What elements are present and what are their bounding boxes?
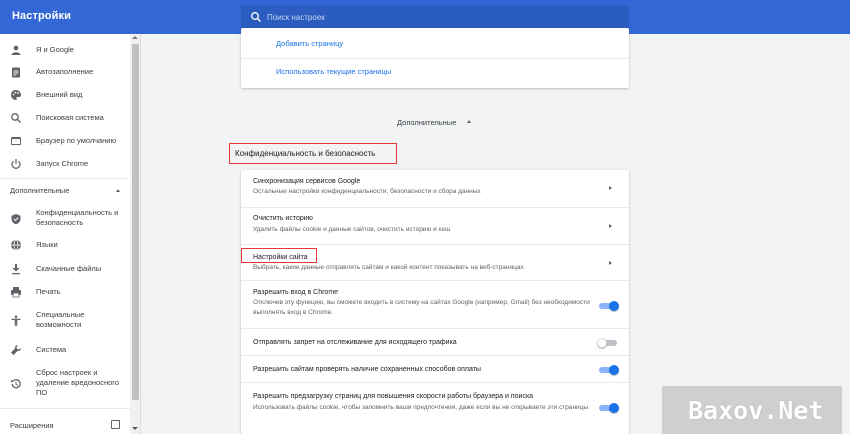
- sidebar-item-label: Расширения: [10, 421, 54, 430]
- sidebar-item-extensions[interactable]: Расширения: [0, 416, 128, 434]
- chevron-right-icon: [609, 261, 612, 265]
- setting-row-clear-history[interactable]: Очистить историю Удалить файлы cookie и …: [241, 207, 629, 244]
- globe-icon: [11, 239, 21, 251]
- search-box[interactable]: [241, 5, 629, 29]
- preload-pages-toggle[interactable]: [597, 403, 619, 413]
- sidebar-item-label: Скачанные файлы: [36, 264, 102, 273]
- chevron-up-icon: [116, 189, 120, 192]
- sidebar-item-label: Система: [36, 345, 67, 354]
- sidebar-item-label: Языки: [36, 240, 58, 249]
- wrench-icon: [11, 344, 22, 355]
- row-title: Синхронизация сервисов Google: [253, 178, 361, 185]
- row-subtitle: Отключив эту функцию, вы сможете входить…: [253, 299, 590, 316]
- allow-signin-toggle[interactable]: [597, 301, 619, 311]
- search-icon: [251, 12, 261, 22]
- setting-row-payment-methods[interactable]: Разрешить сайтам проверять наличие сохра…: [241, 355, 629, 382]
- sidebar-item-label: Автозаполнение: [36, 67, 94, 76]
- sidebar-item-label: Браузер по умолчанию: [36, 136, 117, 145]
- row-subtitle: Остальные настройки конфиденциальности, …: [253, 188, 481, 195]
- setting-row-sync[interactable]: Синхронизация сервисов Google Остальные …: [241, 170, 629, 206]
- scroll-up-arrow-icon[interactable]: [132, 36, 138, 39]
- printer-icon: [11, 287, 21, 298]
- row-title: Очистить историю: [253, 215, 313, 222]
- sidebar-item-reset[interactable]: Сброс настроек и удаление вредоносного П…: [0, 366, 128, 402]
- divider: [241, 58, 629, 59]
- setting-row-allow-chrome-signin[interactable]: Разрешить вход в Chrome Отключив эту фун…: [241, 280, 629, 328]
- sidebar-item-label: Я и Google: [36, 45, 74, 54]
- person-icon: [11, 45, 21, 55]
- row-title: Разрешить вход в Chrome: [253, 289, 339, 296]
- divider: [0, 408, 130, 409]
- privacy-section-heading: Конфиденциальность и безопасность: [229, 143, 397, 164]
- watermark: Baxov.Net: [662, 386, 842, 434]
- sidebar-item-accessibility[interactable]: Специальные возможности: [0, 306, 128, 334]
- palette-icon: [11, 90, 21, 100]
- row-subtitle: Выбрать, какие данные отправлять сайтам …: [253, 264, 524, 271]
- do-not-track-toggle[interactable]: [597, 338, 619, 348]
- sidebar-item-me-and-google[interactable]: Я и Google: [0, 38, 128, 60]
- sidebar: Я и Google Автозаполнение Внешний вид По…: [0, 34, 141, 434]
- chevron-right-icon: [609, 186, 612, 190]
- watermark-text: Baxov.Net: [688, 396, 824, 425]
- sidebar-item-autofill[interactable]: Автозаполнение: [0, 61, 128, 83]
- advanced-toggle-button[interactable]: Дополнительные: [397, 118, 456, 127]
- sidebar-item-search-engine[interactable]: Поисковая система: [0, 107, 128, 129]
- row-title: Разрешить сайтам проверять наличие сохра…: [253, 366, 481, 373]
- chevron-up-icon: [467, 120, 471, 123]
- chevron-right-icon: [609, 224, 612, 228]
- annotation-highlight-box: [241, 248, 317, 263]
- divider: [0, 178, 130, 179]
- use-current-pages-link[interactable]: Использовать текущие страницы: [276, 67, 391, 76]
- sidebar-item-system[interactable]: Система: [0, 339, 128, 361]
- sidebar-item-label: Внешний вид: [36, 90, 83, 99]
- sidebar-item-label: Запуск Chrome: [36, 159, 89, 168]
- sidebar-item-label: Поисковая система: [36, 113, 104, 122]
- sidebar-scrollbar-thumb[interactable]: [132, 44, 139, 400]
- sidebar-item-label: Сброс настроек и удаление вредоносного П…: [36, 368, 120, 397]
- search-input[interactable]: [267, 9, 607, 25]
- add-page-link[interactable]: Добавить страницу: [276, 39, 343, 48]
- row-subtitle: Использовать файлы cookie, чтобы запомни…: [253, 404, 589, 411]
- shield-icon: [11, 214, 21, 225]
- row-title: Разрешить предзагрузку страниц для повыш…: [253, 393, 534, 400]
- section-title: Конфиденциальность и безопасность: [235, 149, 376, 158]
- open-in-new-icon: [111, 420, 120, 429]
- sidebar-item-printing[interactable]: Печать: [0, 281, 128, 303]
- sidebar-item-languages[interactable]: Языки: [0, 234, 128, 256]
- setting-row-do-not-track[interactable]: Отправлять запрет на отслеживание для ис…: [241, 328, 629, 355]
- sidebar-section-label: Дополнительные: [10, 186, 70, 195]
- clipboard-icon: [12, 67, 20, 78]
- sidebar-item-default-browser[interactable]: Браузер по умолчанию: [0, 130, 128, 152]
- sidebar-item-downloads[interactable]: Скачанные файлы: [0, 258, 128, 280]
- power-icon: [11, 159, 21, 169]
- startup-pages-card: Добавить страницу Использовать текущие с…: [241, 28, 629, 88]
- row-title: Отправлять запрет на отслеживание для ис…: [253, 339, 457, 346]
- sidebar-item-label: Специальные возможности: [36, 310, 85, 329]
- row-subtitle: Удалить файлы cookie и данные сайтов, оч…: [253, 226, 451, 233]
- setting-row-preload-pages[interactable]: Разрешить предзагрузку страниц для повыш…: [241, 382, 629, 434]
- sidebar-item-label: Конфиденциальность и безопасность: [36, 208, 119, 227]
- sidebar-advanced-toggle[interactable]: Дополнительные: [0, 180, 128, 200]
- download-icon: [12, 264, 20, 275]
- sidebar-item-on-startup[interactable]: Запуск Chrome: [0, 153, 128, 175]
- sidebar-item-privacy[interactable]: Конфиденциальность и безопасность: [0, 204, 128, 232]
- browser-window-icon: [11, 137, 21, 145]
- accessibility-icon: [11, 315, 21, 326]
- page-title: Настройки: [12, 10, 71, 22]
- scroll-down-arrow-icon[interactable]: [132, 427, 138, 430]
- sidebar-item-label: Печать: [36, 287, 61, 296]
- search-icon: [11, 113, 21, 123]
- sidebar-item-appearance[interactable]: Внешний вид: [0, 84, 128, 106]
- restore-icon: [11, 379, 21, 389]
- payment-methods-toggle[interactable]: [597, 365, 619, 375]
